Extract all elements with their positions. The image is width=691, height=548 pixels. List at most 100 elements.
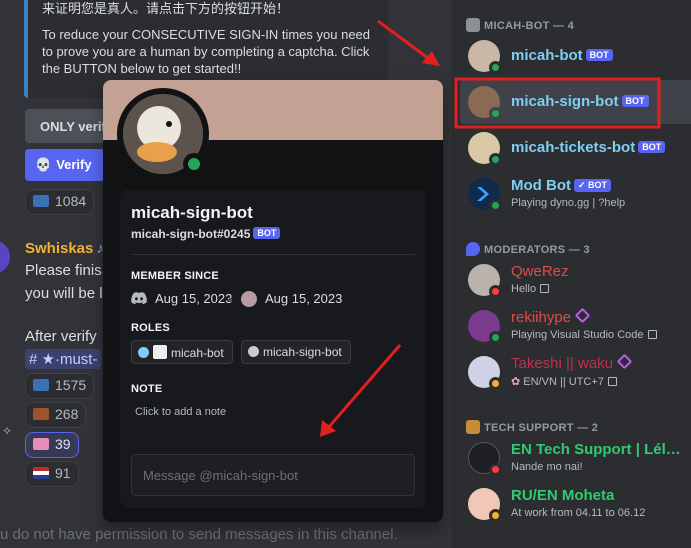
role-micah-sign-bot[interactable]: micah-sign-bot [241,340,351,364]
category-label: TECH SUPPORT — 2 [484,422,599,434]
role-micah-bot[interactable]: micah-bot [131,340,233,364]
reaction-count: 268 [55,406,79,422]
status-online-icon [489,153,502,166]
category-icon [466,18,480,32]
reaction-3[interactable]: 268 [25,402,87,428]
member-micah-tickets-bot[interactable]: micah-tickets-bot BOT [460,126,691,170]
member-name: micah-sign-bot BOT [511,93,649,110]
bot-tag: BOT [585,49,613,61]
member-name: micah-bot BOT [511,47,613,64]
reaction-2[interactable]: 1575 [25,373,95,399]
member-list: MICAH-BOT — 4 micah-bot BOT micah-sign-bo… [452,0,691,548]
bot-tag: BOT [638,141,666,153]
category-label: MICAH-BOT — 4 [484,20,575,32]
member-name: Takeshi || waku [511,353,633,372]
member-name: RU/EN Moheta [511,487,615,504]
category-micah-bot: MICAH-BOT — 4 [466,18,574,32]
discord-join-date: Aug 15, 2023 [155,291,233,306]
car-emoji-icon [33,379,49,391]
status-online-icon [183,153,205,175]
status-online-icon [489,199,502,212]
member-name: micah-tickets-bot BOT [511,139,666,156]
member-activity: Playing dyno.gg | ?help [511,197,626,209]
member-moheta[interactable]: RU/EN Moheta At work from 04.11 to 06.12 [460,482,691,526]
only-verify-button[interactable]: ONLY verif [25,109,115,143]
note-field[interactable]: Click to add a note [135,406,226,418]
flower-emoji-icon: ✿ [511,376,524,388]
reaction-5[interactable]: 91 [25,461,79,487]
server-icon [241,291,257,307]
profile-body: micah-sign-bot micah-sign-bot#0245 BOT ME… [120,190,426,508]
member-en-tech-support[interactable]: EN Tech Support | Lél… Nande mo nai! [460,436,691,480]
boost-icon [574,307,591,324]
activity-icon [647,330,657,339]
status-idle-icon [489,509,502,522]
status-idle-icon [489,377,502,390]
status-online-icon [489,61,502,74]
message-input[interactable] [143,468,403,483]
status-online-icon [489,331,502,344]
profile-display-name: micah-sign-bot [131,203,253,222]
author-name: Swhiskas [25,240,94,257]
member-name: EN Tech Support | Lél… [511,441,681,458]
reaction-count: 1084 [55,193,87,209]
role-icon [153,345,167,359]
car-emoji-icon [33,195,49,207]
reaction-4[interactable]: 39 [25,432,79,458]
message-line-2: you will be l [25,285,103,302]
reaction-count: 91 [55,465,71,481]
verified-bot-tag: ✓ BOT [573,179,612,192]
status-dnd-icon [489,285,502,298]
status-dnd-icon [489,463,502,476]
member-takeshi[interactable]: Takeshi || waku ✿ EN/VN || UTC+7 [460,350,691,394]
category-tech-support: TECH SUPPORT — 2 [466,420,598,434]
avatar[interactable] [0,240,10,274]
channel-mention[interactable]: # ★·must- [25,349,102,369]
reaction-count: 39 [55,436,71,452]
sparkle-icon: ✧ [2,424,13,438]
member-micah-sign-bot[interactable]: micah-sign-bot BOT [460,80,691,124]
role-name: micah-sign-bot [263,345,342,359]
role-color-dot [248,346,259,357]
boost-icon [616,353,633,370]
roles-heading: ROLES [131,322,170,334]
member-name: QweRez [511,263,569,280]
member-micah-bot[interactable]: micah-bot BOT [460,34,691,78]
embed-english-text: To reduce your CONSECUTIVE SIGN-IN times… [42,27,371,76]
message-line-1: Please finis [25,262,102,279]
verify-button-label: Verify [56,157,92,172]
member-name: Mod Bot ✓ BOT [511,177,612,194]
skull-icon: 💀 [35,157,52,172]
bot-tag: BOT [253,227,281,239]
reaction-1[interactable]: 1084 [25,189,95,215]
discord-logo-icon [131,292,147,305]
message-line-3: After verify [25,328,97,345]
custom-status-icon [540,284,550,293]
role-color-dot [138,347,149,358]
category-moderators: MODERATORS — 3 [466,242,590,256]
member-activity: Hello [511,283,550,295]
server-join-date: Aug 15, 2023 [265,291,343,306]
member-qwerez[interactable]: QweRez Hello [460,258,691,302]
member-name: rekiihype [511,307,591,326]
verify-button[interactable]: 💀 Verify [25,149,105,181]
member-activity: ✿ EN/VN || UTC+7 [511,375,617,388]
status-online-icon [489,107,502,120]
member-activity: Nande mo nai! [511,461,583,473]
permission-notice: u do not have permission to send message… [0,526,398,543]
member-rekiihype[interactable]: rekiihype Playing Visual Studio Code [460,304,691,348]
message-author[interactable]: Swhiskas ♪ [25,240,104,257]
embed-chinese-text: 来证明您是真人。请点击下方的按钮开始！ [42,1,290,16]
member-mod-bot[interactable]: Mod Bot ✓ BOT Playing dyno.gg | ?help [460,172,691,216]
member-activity: At work from 04.11 to 06.12 [511,507,646,519]
direct-message-box[interactable] [131,454,415,496]
profile-popout: micah-sign-bot micah-sign-bot#0245 BOT ME… [103,80,443,522]
shield-icon [466,242,480,256]
bot-tag: BOT [621,95,649,107]
flag-emoji-icon [33,467,49,479]
category-label: MODERATORS — 3 [484,244,590,256]
reaction-count: 1575 [55,377,87,393]
member-activity: Playing Visual Studio Code [511,329,657,341]
profile-username: micah-sign-bot#0245 BOT [131,227,281,241]
divider [131,254,415,255]
